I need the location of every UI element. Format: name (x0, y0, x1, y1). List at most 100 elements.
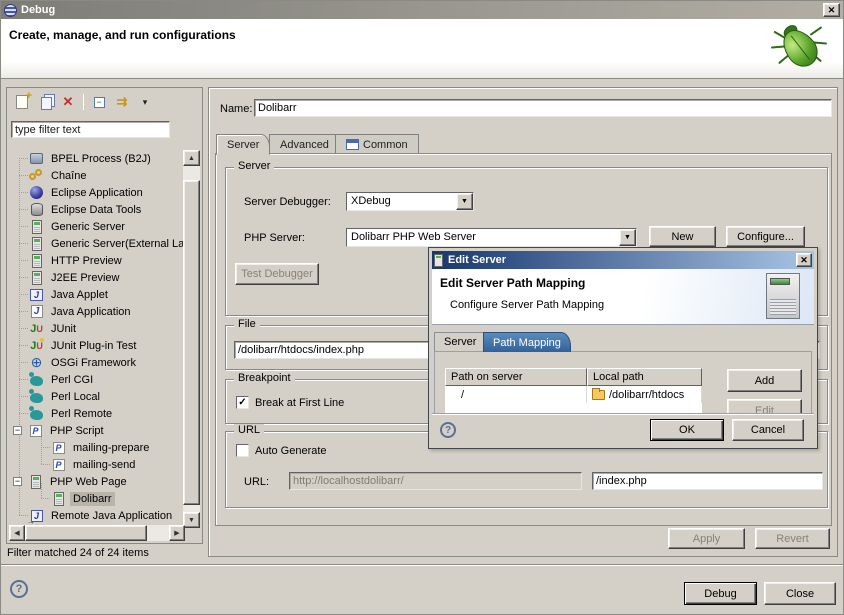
scroll-down-icon[interactable]: ▼ (183, 512, 200, 528)
scroll-up-icon[interactable]: ▲ (183, 150, 200, 166)
server-icon (29, 219, 44, 234)
tree-item[interactable]: Perl Local (9, 388, 185, 405)
bpel-icon (29, 151, 44, 166)
apply-button[interactable]: Apply (668, 528, 745, 549)
tree-item[interactable]: mailing-prepare (9, 439, 185, 456)
dialog-tab-path-mapping[interactable]: Path Mapping (483, 332, 571, 352)
footer-separator (1, 564, 843, 566)
perl-icon (29, 406, 44, 421)
scroll-right-icon[interactable]: ▶ (169, 525, 185, 541)
tab-server[interactable]: Server (216, 134, 270, 155)
toolbar-menu-icon[interactable]: ▾ (135, 92, 155, 112)
scroll-left-icon[interactable]: ◀ (9, 525, 25, 541)
tree-item[interactable]: Perl CGI (9, 371, 185, 388)
java-icon (29, 304, 44, 319)
database-icon (29, 202, 44, 217)
edit-server-subheading: Configure Server Path Mapping (450, 299, 604, 311)
column-local-path[interactable]: Local path (587, 368, 702, 386)
table-empty-row (445, 403, 702, 413)
chevron-down-icon[interactable]: ▼ (619, 229, 636, 246)
bug-icon (771, 22, 827, 74)
file-group-legend: File (234, 318, 260, 330)
url-path-input[interactable] (592, 472, 823, 490)
new-server-button[interactable]: New (649, 226, 716, 247)
tab-advanced[interactable]: Advanced (269, 134, 340, 154)
tree-horizontal-scrollbar[interactable]: ◀ ▶ (9, 525, 185, 541)
collapse-expander-icon[interactable]: − (13, 426, 22, 435)
junit-icon (29, 321, 44, 336)
close-button[interactable]: Close (764, 582, 836, 605)
tree-item[interactable]: Generic Server(External La (9, 235, 185, 252)
tree-item[interactable]: J2EE Preview (9, 269, 185, 286)
cancel-button[interactable]: Cancel (732, 419, 804, 441)
tree-item[interactable]: Remote Java Application (9, 507, 185, 524)
tree-item[interactable]: −PHP Script (9, 422, 185, 439)
tree-item[interactable]: Java Applet (9, 286, 185, 303)
tree-item[interactable]: mailing-send (9, 456, 185, 473)
edit-server-buttonbar: ? OK Cancel (432, 413, 814, 446)
debug-button[interactable]: Debug (684, 582, 757, 605)
scrollbar-thumb[interactable] (25, 525, 147, 541)
tree-item[interactable]: BPEL Process (B2J) (9, 150, 185, 167)
delete-configuration-icon[interactable]: ✕ (58, 92, 78, 112)
toolbar-separator (83, 94, 84, 110)
configure-button[interactable]: Configure... (726, 226, 805, 247)
duplicate-configuration-icon[interactable] (35, 92, 55, 112)
revert-button[interactable]: Revert (755, 528, 830, 549)
applet-icon (29, 287, 44, 302)
php-server-combo[interactable]: Dolibarr PHP Web Server ▼ (346, 228, 637, 247)
tree-vertical-scrollbar[interactable]: ▲ ▼ (183, 150, 200, 528)
ok-button[interactable]: OK (650, 419, 724, 441)
window-close-button[interactable]: ✕ (823, 3, 840, 17)
server-debugger-combo[interactable]: XDebug ▼ (346, 192, 474, 211)
edit-server-dialog: Edit Server ✕ Edit Server Path Mapping C… (428, 247, 818, 449)
osgi-icon (29, 355, 44, 370)
filter-input[interactable] (11, 121, 170, 138)
dialog-banner: Create, manage, and run configurations (1, 19, 843, 79)
chevron-down-icon[interactable]: ▼ (456, 193, 473, 210)
tree-item[interactable]: Java Application (9, 303, 185, 320)
tree-item[interactable]: Perl Remote (9, 405, 185, 422)
edit-button[interactable]: Edit (727, 399, 802, 413)
tree-item[interactable]: HTTP Preview (9, 252, 185, 269)
php-icon (51, 440, 66, 455)
name-input[interactable] (254, 99, 832, 117)
tree-item[interactable]: Chaîne (9, 167, 185, 184)
help-icon[interactable]: ? (10, 580, 28, 598)
collapse-all-icon[interactable]: − (89, 92, 109, 112)
filter-status-text: Filter matched 24 of 24 items (7, 547, 149, 559)
filter-icon[interactable]: ⇉ (112, 92, 132, 112)
path-mapping-panel: Path on server Local path / /dolibarr/ht… (434, 351, 812, 413)
table-row[interactable]: / /dolibarr/htdocs (445, 386, 702, 403)
tree-item[interactable]: JUnit Plug-in Test (9, 337, 185, 354)
add-button[interactable]: Add (727, 369, 802, 392)
tree-item[interactable]: Generic Server (9, 218, 185, 235)
tree-item[interactable]: Eclipse Data Tools (9, 201, 185, 218)
tree-item[interactable]: JUnit (9, 320, 185, 337)
edit-server-close-button[interactable]: ✕ (796, 253, 812, 267)
help-icon[interactable]: ? (440, 422, 456, 438)
tree-item[interactable]: Eclipse Application (9, 184, 185, 201)
tree-item-dolibarr[interactable]: Dolibarr (9, 490, 185, 507)
window-title: Debug (21, 4, 55, 16)
test-debugger-button[interactable]: Test Debugger (235, 263, 319, 285)
configuration-tree: BPEL Process (B2J) Chaîne Eclipse Applic… (9, 150, 185, 526)
tree-item[interactable]: OSGi Framework (9, 354, 185, 371)
name-label: Name: (220, 103, 252, 115)
url-group-legend: URL (234, 424, 264, 436)
auto-generate-checkbox[interactable] (236, 444, 249, 457)
collapse-expander-icon[interactable]: − (13, 477, 22, 486)
check-icon: ✓ (238, 397, 246, 408)
tree-item[interactable]: −PHP Web Page (9, 473, 185, 490)
tab-common[interactable]: Common (335, 134, 419, 154)
server-icon (29, 270, 44, 285)
scrollbar-thumb[interactable] (183, 180, 200, 505)
eclipse-logo-icon (4, 4, 17, 17)
column-path-on-server[interactable]: Path on server (445, 368, 587, 386)
server-icon (29, 236, 44, 251)
break-first-line-checkbox[interactable]: ✓ (236, 396, 249, 409)
dialog-tab-server[interactable]: Server (434, 332, 486, 351)
server-group-legend: Server (234, 160, 274, 172)
new-configuration-icon[interactable]: + (12, 92, 32, 112)
banner-heading: Create, manage, and run configurations (1, 19, 843, 42)
